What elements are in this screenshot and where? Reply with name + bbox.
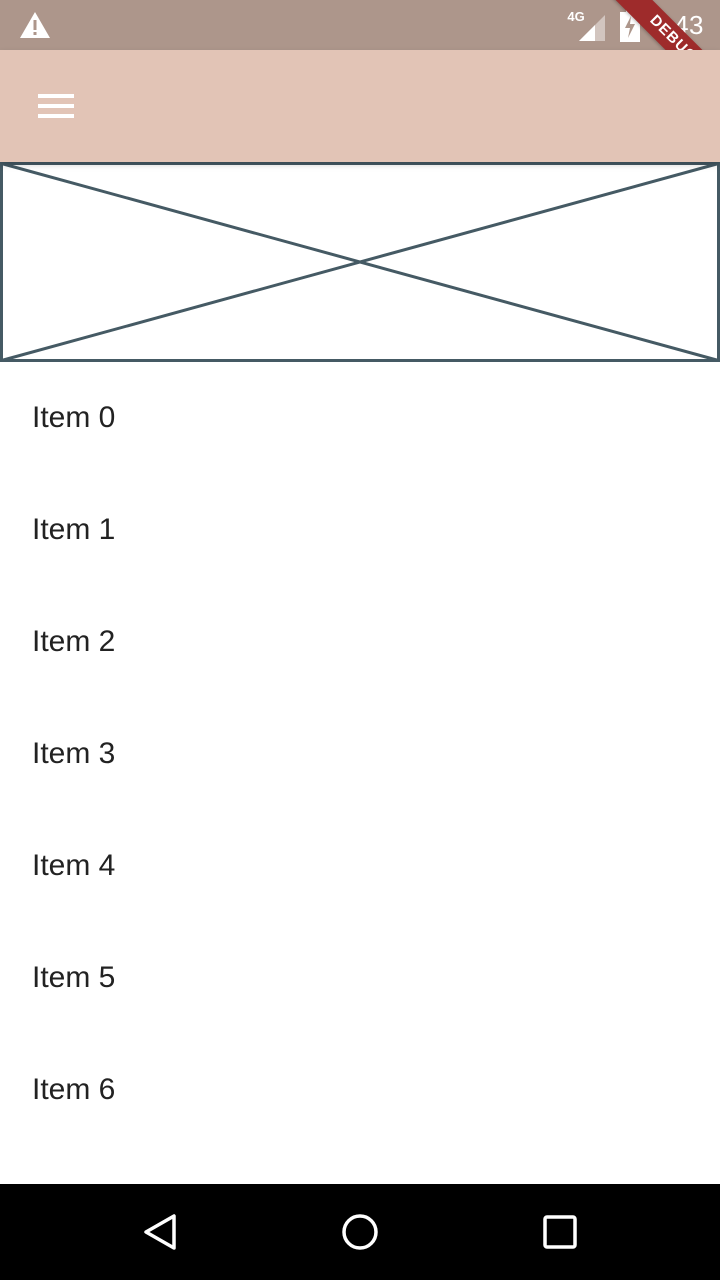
list-item[interactable]: Item 6 [0,1034,720,1146]
cell-signal: 4G [567,7,607,43]
home-circle-icon[interactable] [340,1212,380,1252]
warning-icon [20,12,50,38]
list-item-label: Item 5 [32,961,116,994]
signal-strength-icon [579,15,606,41]
status-bar: 4G 8:43 DEBUG [0,0,720,50]
hamburger-menu-icon[interactable] [24,84,88,128]
list-item-label: Item 1 [32,513,116,546]
list-item-label: Item 2 [32,625,116,658]
list-item[interactable]: Item 5 [0,922,720,1034]
list-item[interactable]: Item 1 [0,474,720,586]
list-item-label: Item 6 [32,1073,116,1106]
list-item[interactable]: Item 3 [0,698,720,810]
list-item[interactable]: Item 2 [0,586,720,698]
app-bar [0,50,720,162]
back-triangle-icon[interactable] [140,1212,180,1252]
list-item-label: Item 3 [32,737,116,770]
system-navigation-bar [0,1184,720,1280]
list-item-label: Item 0 [32,401,116,434]
list-item[interactable]: Item 0 [0,362,720,474]
list-item-label: Item 4 [32,849,116,882]
image-placeholder [0,162,720,362]
item-list: Item 0 Item 1 Item 2 Item 3 Item 4 Item … [0,362,720,1146]
recents-square-icon[interactable] [540,1212,580,1252]
list-item[interactable]: Item 4 [0,810,720,922]
